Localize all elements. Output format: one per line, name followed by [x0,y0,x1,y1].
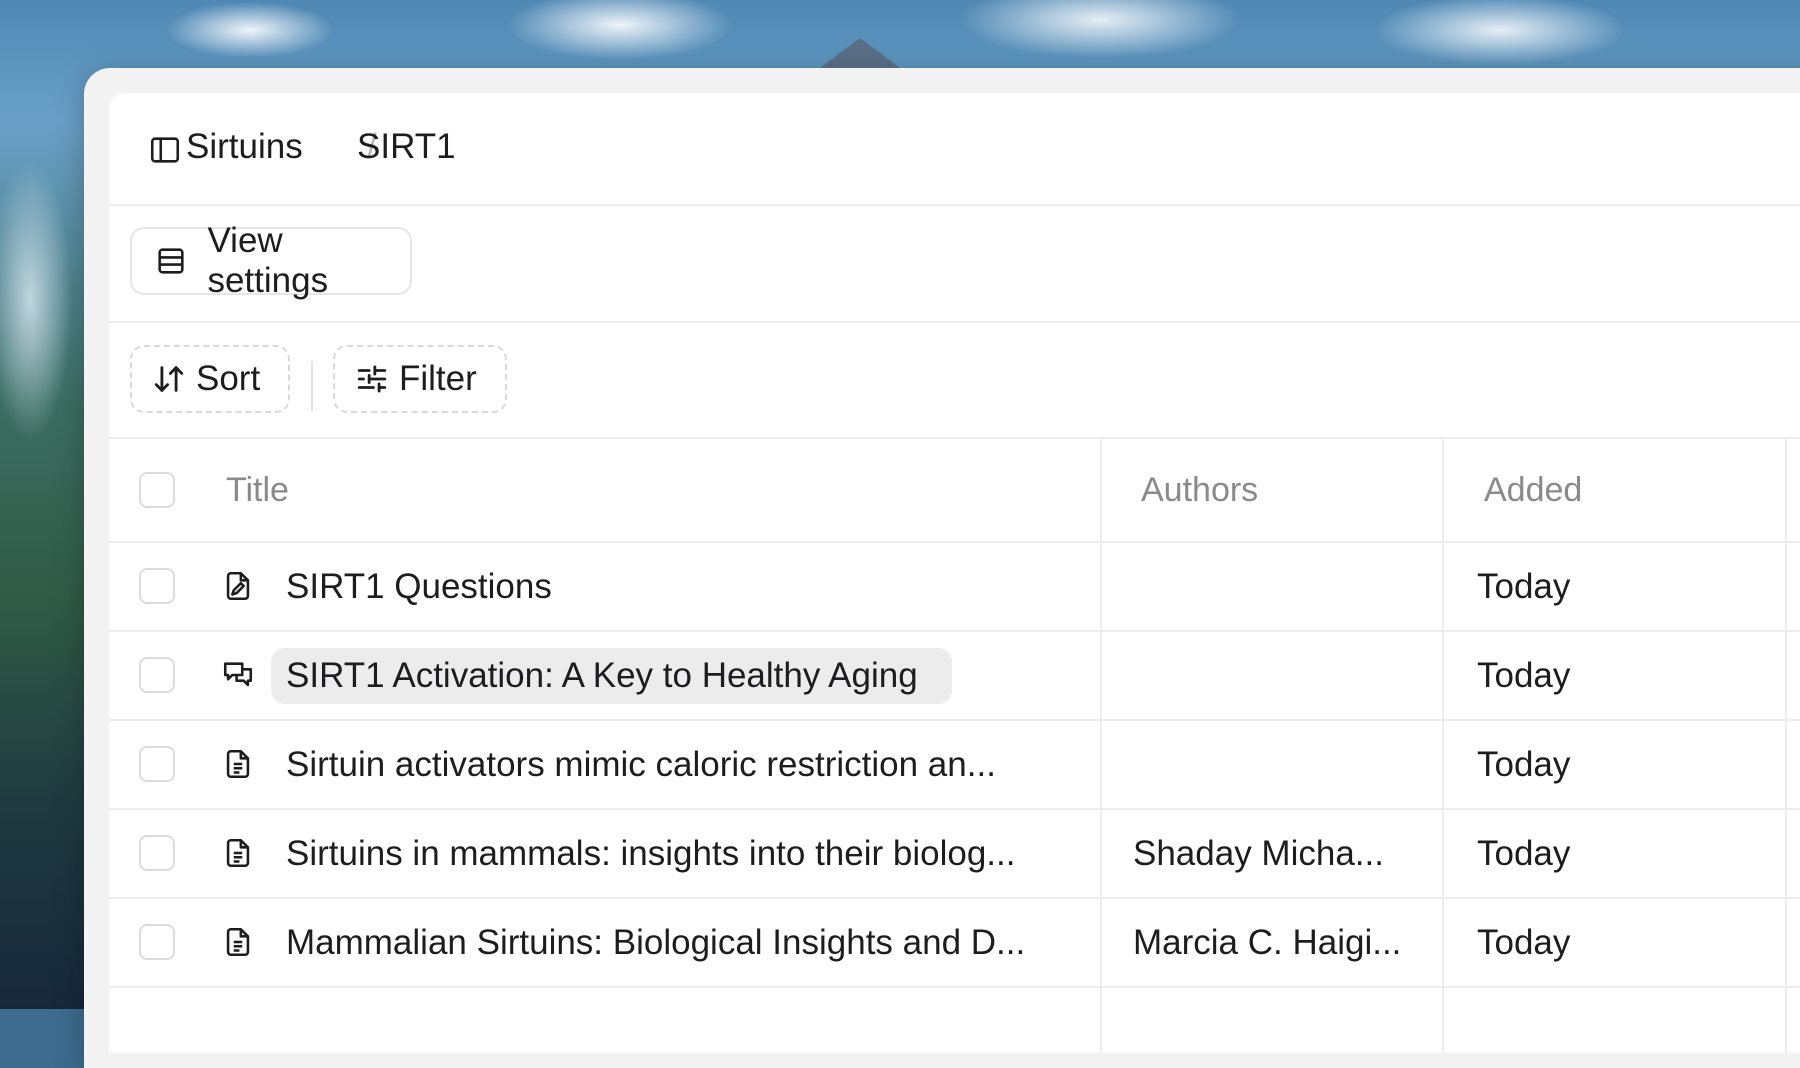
documents-table: Title Authors Added SIRT1 Questions Toda… [109,439,1800,1053]
select-all-checkbox[interactable] [139,472,175,508]
document-icon [220,924,256,960]
table-view-icon [154,243,189,279]
table-row[interactable]: Sirtuins in mammals: insights into their… [109,810,1800,899]
sort-button[interactable]: Sort [130,345,290,413]
row-checkbox[interactable] [139,924,175,960]
row-checkbox[interactable] [139,835,175,871]
sort-filter-bar: Sort Filter [109,323,1800,439]
table-header-row: Title Authors Added [109,439,1800,543]
sort-label: Sort [196,359,261,398]
header-bar: Sirtuins / SIRT1 [109,93,1800,206]
wallpaper-mountain [820,38,900,68]
document-icon [220,835,256,871]
filter-sliders-icon [355,361,391,397]
row-title[interactable]: Sirtuin activators mimic caloric restric… [286,745,996,785]
row-title[interactable]: SIRT1 Questions [286,567,552,607]
row-added: Today [1477,656,1571,695]
sort-arrows-icon [152,361,188,397]
row-checkbox[interactable] [139,568,175,604]
table-row[interactable]: SIRT1 Questions Today [109,543,1800,632]
breadcrumb-parent[interactable]: Sirtuins [186,127,303,167]
row-title[interactable]: Sirtuins in mammals: insights into their… [286,834,1015,874]
row-added: Today [1477,567,1571,606]
row-authors: Shaday Micha... [1133,834,1384,873]
chat-icon [220,657,256,693]
row-added: Today [1477,834,1571,873]
sidebar-icon [150,137,180,163]
table-row[interactable]: Sirtuin activators mimic caloric restric… [109,721,1800,810]
sidebar-toggle-button[interactable] [147,132,183,168]
row-added: Today [1477,745,1571,784]
column-header-title[interactable]: Title [226,471,289,510]
note-edit-icon [220,568,256,604]
filter-button[interactable]: Filter [333,345,507,413]
document-icon [220,746,256,782]
toolbar-divider [311,361,313,411]
column-header-authors[interactable]: Authors [1141,471,1258,510]
view-settings-bar: View settings [109,206,1800,323]
row-title[interactable]: SIRT1 Activation: A Key to Healthy Aging [286,656,918,696]
view-settings-label: View settings [207,221,329,300]
breadcrumb-current: SIRT1 [357,127,456,166]
row-title[interactable]: Mammalian Sirtuins: Biological Insights … [286,923,1025,963]
row-checkbox[interactable] [139,746,175,782]
table-row[interactable]: Mammalian Sirtuins: Biological Insights … [109,899,1800,988]
column-header-added[interactable]: Added [1484,471,1582,510]
table-row[interactable]: SIRT1 Activation: A Key to Healthy Aging… [109,632,1800,721]
main-panel: Sirtuins / SIRT1 View settings Sort Filt… [109,93,1800,1053]
row-authors: Marcia C. Haigi... [1133,923,1402,962]
row-added: Today [1477,923,1571,962]
view-settings-button[interactable]: View settings [130,221,412,300]
row-checkbox[interactable] [139,657,175,693]
filter-label: Filter [399,359,477,398]
